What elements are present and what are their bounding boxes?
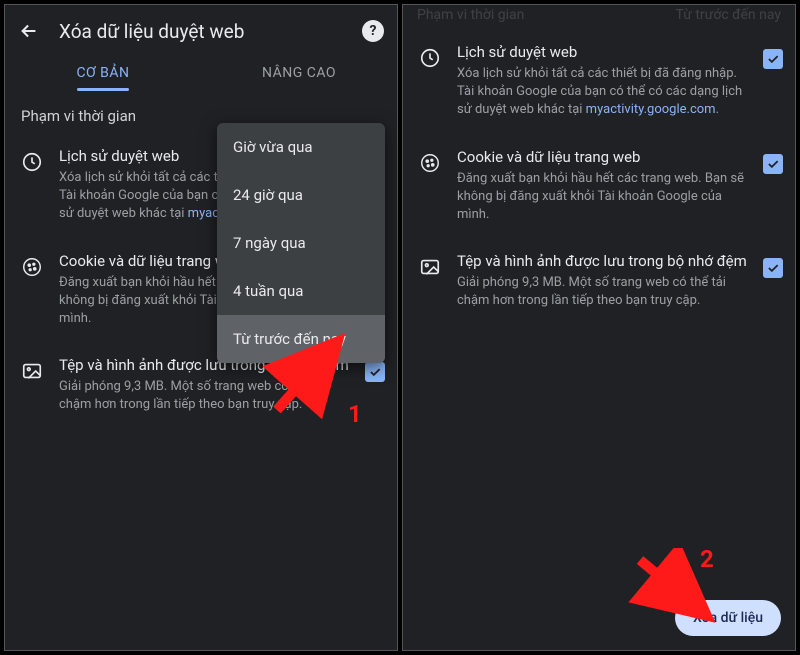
dropdown-option[interactable]: 24 giờ qua bbox=[217, 171, 385, 219]
time-range-dropdown: Giờ vừa qua 24 giờ qua 7 ngày qua 4 tuần… bbox=[217, 123, 385, 363]
item-title: Lịch sử duyệt web bbox=[457, 43, 749, 61]
back-icon[interactable] bbox=[17, 19, 41, 43]
history-icon bbox=[19, 147, 45, 173]
dropdown-option[interactable]: Giờ vừa qua bbox=[217, 123, 385, 171]
app-header: Xóa dữ liệu duyệt web ? bbox=[5, 5, 397, 53]
checkbox-cookies[interactable] bbox=[763, 154, 783, 174]
checkbox-cache[interactable] bbox=[763, 258, 783, 278]
myactivity-link[interactable]: myactivity.google.com bbox=[586, 102, 716, 117]
dropdown-option[interactable]: 4 tuần qua bbox=[217, 267, 385, 315]
history-icon bbox=[417, 43, 443, 69]
annotation-step-1: 1 bbox=[348, 400, 362, 428]
item-cache[interactable]: Tệp và hình ảnh được lưu trong bộ nhớ đệ… bbox=[403, 238, 795, 324]
bottom-action-bar: Xóa dữ liệu bbox=[675, 600, 781, 636]
clear-data-button[interactable]: Xóa dữ liệu bbox=[675, 600, 781, 636]
cookie-icon bbox=[417, 148, 443, 174]
checkbox-history[interactable] bbox=[763, 49, 783, 69]
data-type-list: Lịch sử duyệt web Xóa lịch sử khỏi tất c… bbox=[403, 29, 795, 325]
item-subtitle: Xóa lịch sử khỏi tất cả các thiết bị đã … bbox=[457, 65, 749, 120]
tab-advanced[interactable]: NÂNG CAO bbox=[201, 53, 397, 91]
item-cookies[interactable]: Cookie và dữ liệu trang web Đăng xuất bạ… bbox=[403, 134, 795, 239]
image-icon bbox=[417, 252, 443, 278]
phone-right: Phạm vi thời gianTừ trước đến nay Lịch s… bbox=[402, 4, 796, 651]
time-range-row[interactable]: Phạm vi thời gianTừ trước đến nay bbox=[403, 5, 795, 29]
checkbox-cache[interactable] bbox=[365, 362, 385, 382]
item-subtitle: Đăng xuất bạn khỏi hầu hết các trang web… bbox=[457, 170, 749, 225]
item-title: Tệp và hình ảnh được lưu trong bộ nhớ đệ… bbox=[457, 252, 749, 270]
cookie-icon bbox=[19, 252, 45, 278]
dropdown-option[interactable]: 7 ngày qua bbox=[217, 219, 385, 267]
item-subtitle: Giải phóng 9,3 MB. Một số trang web có t… bbox=[457, 274, 749, 310]
image-icon bbox=[19, 356, 45, 382]
dropdown-option-selected[interactable]: Từ trước đến nay bbox=[217, 315, 385, 363]
page-title: Xóa dữ liệu duyệt web bbox=[59, 20, 343, 43]
item-subtitle: Giải phóng 9,3 MB. Một số trang web có t… bbox=[59, 378, 351, 414]
item-history[interactable]: Lịch sử duyệt web Xóa lịch sử khỏi tất c… bbox=[403, 29, 795, 134]
tab-basic[interactable]: CƠ BẢN bbox=[5, 53, 201, 91]
tabs: CƠ BẢN NÂNG CAO bbox=[5, 53, 397, 91]
annotation-step-2: 2 bbox=[700, 545, 714, 573]
phone-left: Xóa dữ liệu duyệt web ? CƠ BẢN NÂNG CAO … bbox=[4, 4, 398, 651]
help-icon[interactable]: ? bbox=[361, 19, 385, 43]
item-title: Cookie và dữ liệu trang web bbox=[457, 148, 749, 166]
